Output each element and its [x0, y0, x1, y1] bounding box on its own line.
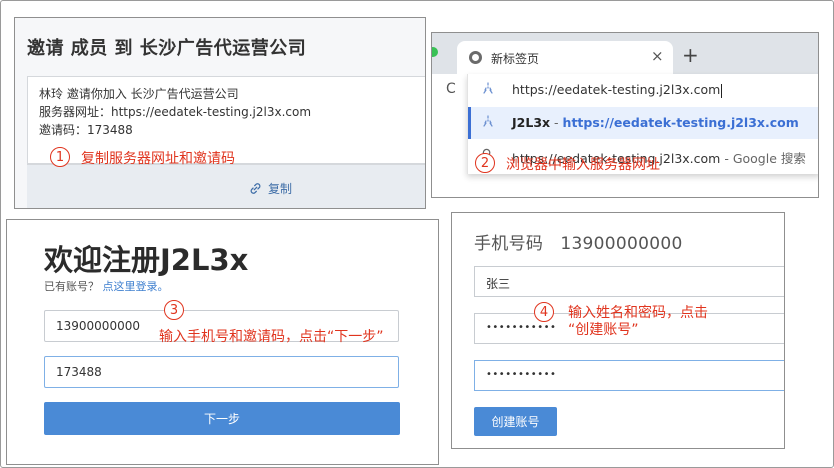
step-4-note-line2: “创建账号” [568, 322, 639, 338]
login-link[interactable]: 点这里登录。 [103, 280, 169, 293]
create-account-panel: 手机号码 13900000000 张三 ••••••••••• ••••••••… [451, 212, 785, 449]
copy-button-label: 复制 [268, 182, 293, 196]
have-account-text: 已有账号？ [44, 280, 99, 293]
link-icon [250, 183, 261, 194]
invite-line-inviter: 林玲 邀请你加入 长沙广告代运营公司 [39, 87, 239, 101]
address-value: https://eedatek-testing.j2l3x.com [512, 82, 721, 97]
invite-code-input[interactable]: 173488 [44, 356, 399, 388]
new-tab-button[interactable]: + [682, 43, 699, 67]
invite-line-code: 邀请码：173488 [39, 123, 133, 137]
step-1-badge: 1 [50, 147, 70, 167]
address-bar[interactable]: https://eedatek-testing.j2l3x.com [468, 74, 818, 106]
step-3-note: 输入手机号和邀请码，点击“下一步” [159, 329, 384, 345]
next-step-button[interactable]: 下一步 [44, 402, 400, 435]
window-zoom-dot[interactable] [432, 47, 438, 57]
suggestion-site-name: J2L3x [512, 115, 551, 130]
tab-title: 新标签页 [491, 52, 540, 66]
phone-display: 手机号码 13900000000 [474, 229, 683, 254]
copy-button[interactable]: 复制 [249, 180, 292, 197]
copy-bar: 复制 [27, 164, 425, 208]
browser-toolbar: C https://eedatek-testing.j2l3x.com J2L3… [432, 74, 818, 197]
reload-icon[interactable]: C [446, 81, 456, 97]
register-heading: 欢迎注册J2L3x [44, 243, 249, 277]
invite-title: 邀请 成员 到 长沙广告代运营公司 [27, 38, 307, 59]
login-prompt: 已有账号？ 点这里登录。 [44, 278, 169, 294]
step-2-note: 浏览器中输入服务器网址 [506, 157, 660, 173]
register-panel: 欢迎注册J2L3x 已有账号？ 点这里登录。 13900000000 17348… [6, 219, 439, 465]
password-confirm-input[interactable]: ••••••••••• [474, 360, 784, 391]
step-3-badge: 3 [164, 300, 184, 320]
site-icon [482, 82, 494, 97]
create-account-button[interactable]: 创建账号 [474, 407, 557, 436]
step-2-badge: 2 [475, 153, 495, 173]
step-4-badge: 4 [534, 302, 554, 322]
name-input[interactable]: 张三 [474, 266, 784, 297]
browser-panel: 新标签页 × + C https://eedatek-testing.j2l3x… [431, 32, 819, 198]
phone-number: 13900000000 [560, 234, 683, 254]
suggestion-site[interactable]: J2L3x - https://eedatek-testing.j2l3x.co… [468, 107, 818, 139]
invite-panel: 邀请 成员 到 长沙广告代运营公司 林玲 邀请你加入 长沙广告代运营公司 服务器… [14, 17, 426, 209]
phone-label: 手机号码 [474, 234, 544, 254]
invite-line-server-url: 服务器网址：https://eedatek-testing.j2l3x.com [39, 105, 312, 119]
suggestion-search-suffix: - Google 搜索 [720, 151, 806, 166]
address-input[interactable]: https://eedatek-testing.j2l3x.com [512, 82, 723, 98]
chrome-icon [469, 51, 482, 64]
text-caret [721, 83, 723, 98]
suggestion-site-url: https://eedatek-testing.j2l3x.com [562, 115, 799, 130]
step-1-note: 复制服务器网址和邀请码 [81, 151, 235, 167]
site-icon [482, 115, 494, 130]
suggestion-separator: - [550, 115, 563, 130]
tab-close-icon[interactable]: × [651, 47, 664, 65]
browser-tab[interactable]: 新标签页 × [457, 41, 673, 75]
